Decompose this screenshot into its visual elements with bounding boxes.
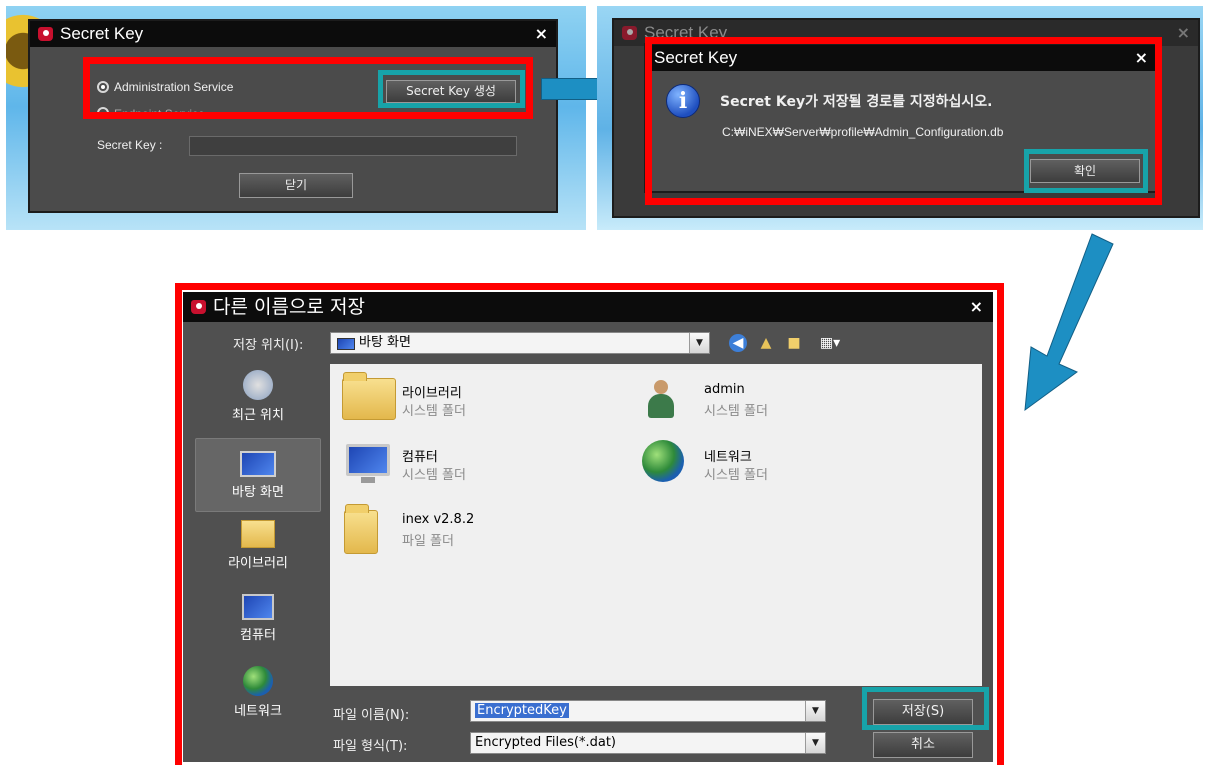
chevron-down-icon[interactable]: ▼ bbox=[805, 701, 825, 721]
dialog-title: Secret Key × bbox=[30, 21, 556, 47]
computer-icon bbox=[242, 594, 274, 620]
libraries-folder-icon bbox=[342, 372, 396, 420]
close-button[interactable]: 닫기 bbox=[239, 173, 353, 198]
place-libraries[interactable]: 라이브러리 bbox=[195, 520, 321, 571]
chevron-down-icon[interactable]: ▼ bbox=[689, 333, 709, 353]
location-label: 저장 위치(I): bbox=[233, 338, 304, 353]
app-icon bbox=[191, 300, 206, 314]
highlight-teal-ok bbox=[1024, 149, 1148, 193]
network-globe-icon bbox=[642, 440, 684, 482]
close-icon[interactable]: × bbox=[535, 21, 548, 47]
filename-value: EncryptedKey bbox=[475, 703, 569, 718]
place-desktop[interactable]: 바탕 화면 bbox=[195, 438, 321, 512]
network-globe-icon bbox=[243, 666, 273, 696]
list-item-type: 시스템 폴더 bbox=[704, 468, 768, 483]
app-icon bbox=[38, 27, 53, 41]
recent-places-icon bbox=[243, 370, 273, 400]
list-item-name[interactable]: 라이브러리 bbox=[402, 382, 462, 401]
place-label: 최근 위치 bbox=[232, 408, 284, 423]
place-recent[interactable]: 최근 위치 bbox=[195, 370, 321, 423]
chevron-down-icon[interactable]: ▼ bbox=[805, 733, 825, 753]
list-item-name[interactable]: 네트워크 bbox=[704, 446, 752, 465]
place-label: 라이브러리 bbox=[228, 556, 288, 571]
desktop-icon bbox=[337, 338, 355, 350]
filetype-value: Encrypted Files(*.dat) bbox=[475, 735, 616, 750]
user-folder-icon bbox=[646, 380, 676, 420]
filename-label: 파일 이름(N): bbox=[333, 708, 410, 723]
place-computer[interactable]: 컴퓨터 bbox=[195, 594, 321, 643]
filetype-select[interactable]: Encrypted Files(*.dat) ▼ bbox=[470, 732, 826, 754]
close-icon[interactable]: × bbox=[970, 292, 983, 322]
close-icon: × bbox=[1176, 23, 1190, 42]
save-as-title: 다른 이름으로 저장 × bbox=[183, 292, 993, 322]
list-item-type: 시스템 폴더 bbox=[402, 468, 466, 483]
dialog-title-text: Secret Key bbox=[60, 24, 144, 43]
list-item-type: 파일 폴더 bbox=[402, 534, 454, 549]
highlight-teal-generate bbox=[378, 70, 525, 108]
place-network[interactable]: 네트워크 bbox=[195, 666, 321, 719]
filetype-label: 파일 형식(T): bbox=[333, 739, 408, 754]
location-select[interactable]: 바탕 화면 ▼ bbox=[330, 332, 710, 354]
app-icon bbox=[622, 26, 637, 40]
highlight-teal-save bbox=[862, 687, 989, 730]
up-folder-icon[interactable]: ▲ bbox=[757, 334, 775, 352]
list-item-name[interactable]: 컴퓨터 bbox=[402, 446, 438, 465]
back-icon[interactable]: ◀ bbox=[729, 334, 747, 352]
location-value: 바탕 화면 bbox=[359, 335, 411, 350]
list-item-name[interactable]: admin bbox=[704, 382, 745, 397]
file-list[interactable]: 라이브러리 시스템 폴더 admin 시스템 폴더 컴퓨터 시스템 폴더 네트워… bbox=[330, 364, 982, 686]
view-menu-icon[interactable]: ▦▾ bbox=[817, 334, 843, 352]
secret-key-field[interactable] bbox=[189, 136, 517, 156]
filename-input[interactable]: EncryptedKey ▼ bbox=[470, 700, 826, 722]
place-label: 바탕 화면 bbox=[232, 485, 284, 500]
list-item-type: 시스템 폴더 bbox=[402, 404, 466, 419]
place-label: 네트워크 bbox=[234, 704, 282, 719]
arrow-down-left-shape bbox=[1024, 233, 1114, 412]
computer-icon bbox=[346, 444, 390, 483]
list-item-type: 시스템 폴더 bbox=[704, 404, 768, 419]
cancel-button[interactable]: 취소 bbox=[873, 732, 973, 758]
new-folder-icon[interactable]: ■ bbox=[785, 334, 803, 352]
save-as-title-text: 다른 이름으로 저장 bbox=[213, 296, 365, 318]
desktop-icon bbox=[240, 451, 276, 477]
secret-key-label: Secret Key : bbox=[97, 138, 163, 152]
folder-icon bbox=[344, 504, 378, 554]
arrow-down-left bbox=[1024, 233, 1114, 412]
libraries-folder-icon bbox=[241, 520, 275, 548]
list-item-name[interactable]: inex v2.8.2 bbox=[402, 512, 474, 527]
place-label: 컴퓨터 bbox=[240, 628, 276, 643]
